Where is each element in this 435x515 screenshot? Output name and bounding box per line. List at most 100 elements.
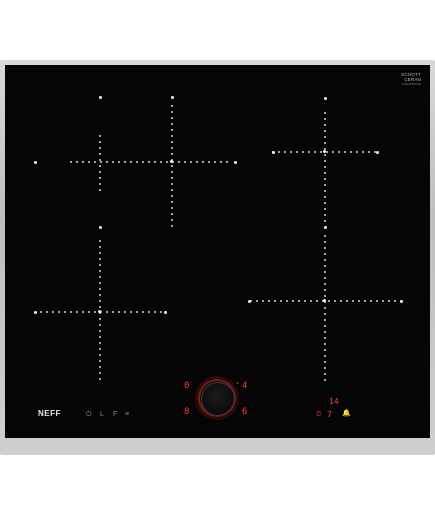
zone-marker-dot	[324, 208, 326, 210]
zone-marker-dot	[226, 161, 228, 163]
zone-marker-dot	[70, 161, 72, 163]
zone-marker-dot	[142, 311, 144, 313]
zone-marker-dot	[324, 136, 326, 138]
zone-marker-dot	[324, 160, 326, 162]
zone-marker-dot	[171, 129, 173, 131]
zone-marker-dot	[99, 360, 101, 362]
neff-logo: NEFF	[38, 409, 61, 418]
zone-marker-dot	[324, 172, 326, 174]
zone-marker-dot	[280, 300, 282, 302]
zone-marker-dot	[99, 147, 101, 149]
zone-marker-dot	[164, 311, 167, 314]
zone-marker-dot	[99, 141, 101, 143]
zone-marker-dot	[324, 367, 326, 369]
zone-marker-dot	[324, 337, 326, 339]
zone-marker-dot	[124, 311, 126, 313]
zone-marker-dot	[94, 311, 96, 313]
zone-marker-dot	[99, 354, 101, 356]
zone-marker-dot	[190, 161, 192, 163]
zone-marker-dot	[256, 300, 258, 302]
zone-right-top-level: 4	[242, 381, 248, 391]
zone-marker-dot	[99, 165, 101, 167]
menu-icon[interactable]: ≡	[125, 411, 129, 418]
zone-marker-dot	[99, 336, 101, 338]
zone-marker-dot	[99, 226, 102, 229]
zone-marker-dot	[304, 300, 306, 302]
zone-marker-dot	[171, 207, 173, 209]
zone-marker-dot	[171, 225, 173, 227]
zone-marker-dot	[34, 311, 37, 314]
zone-marker-dot	[324, 331, 326, 333]
zone-marker-dot	[40, 311, 42, 313]
zone-left-bottom-level: 8	[184, 407, 190, 417]
zone-marker-dot	[324, 259, 326, 261]
zone-marker-dot	[302, 151, 304, 153]
zone-marker-dot	[112, 161, 114, 163]
zone-marker-dot	[99, 240, 101, 242]
zone-marker-dot	[324, 289, 326, 291]
zone-marker-dot	[340, 300, 342, 302]
zone-marker-dot	[46, 311, 48, 313]
zone-marker-dot	[316, 300, 318, 302]
zone-marker-dot	[308, 151, 310, 153]
zone-marker-dot	[166, 161, 168, 163]
zone-marker-dot	[99, 276, 101, 278]
zone-marker-dot	[171, 219, 173, 221]
zone-marker-dot	[52, 311, 54, 313]
zone-marker-dot	[324, 325, 326, 327]
zone-marker-dot	[324, 184, 326, 186]
zone-marker-dot	[99, 159, 101, 161]
zone-marker-dot	[324, 247, 326, 249]
zone-marker-dot	[171, 153, 173, 155]
zone-marker-dot	[171, 195, 173, 197]
zone-marker-dot	[272, 151, 275, 154]
zone-marker-dot	[328, 300, 330, 302]
timer-display: 14	[329, 397, 339, 406]
zone-marker-dot	[326, 151, 328, 153]
zone-marker-dot	[324, 220, 326, 222]
zone-marker-dot	[310, 300, 312, 302]
zone-marker-dot	[320, 151, 322, 153]
zone-marker-dot	[99, 258, 101, 260]
timer-icon[interactable]: ⏲	[316, 410, 321, 419]
zone-marker-dot	[99, 246, 101, 248]
zone-marker-dot	[64, 311, 66, 313]
zone-marker-dot	[88, 161, 90, 163]
zone-marker-dot	[324, 178, 326, 180]
zone-marker-dot	[324, 241, 326, 243]
zone-marker-dot	[148, 311, 150, 313]
zone-marker-dot	[323, 150, 326, 153]
zone-marker-dot	[99, 171, 101, 173]
zone-marker-dot	[136, 311, 138, 313]
zone-marker-dot	[324, 265, 326, 267]
zone-marker-dot	[362, 151, 364, 153]
zone-marker-dot	[324, 295, 326, 297]
zone-marker-dot	[358, 300, 360, 302]
zone-marker-dot	[214, 161, 216, 163]
zone-marker-dot	[99, 378, 101, 380]
fry-sensor-icon[interactable]: F	[113, 411, 117, 418]
control-knob-icon[interactable]	[198, 379, 236, 417]
zone-marker-dot	[98, 310, 101, 313]
zone-marker-dot	[171, 201, 173, 203]
zone-marker-dot	[171, 96, 174, 99]
zone-marker-dot	[99, 252, 101, 254]
zone-marker-dot	[364, 300, 366, 302]
zone-marker-dot	[324, 226, 327, 229]
zone-marker-dot	[160, 161, 162, 163]
zone-marker-dot	[160, 311, 162, 313]
zone-marker-dot	[350, 151, 352, 153]
bell-icon[interactable]: 🔔	[342, 410, 351, 417]
power-icon[interactable]: ⏻	[86, 411, 92, 418]
lock-icon[interactable]: L	[100, 411, 104, 418]
zone-marker-dot	[376, 151, 379, 154]
zone-marker-dot	[99, 183, 101, 185]
zone-marker-dot	[324, 196, 326, 198]
zone-right-bottom-level: 6	[242, 407, 248, 417]
zone-marker-dot	[334, 300, 336, 302]
zone-marker-dot	[178, 161, 180, 163]
zone-marker-dot	[99, 324, 101, 326]
zone-marker-dot	[171, 183, 173, 185]
zone-marker-dot	[324, 214, 326, 216]
zone-marker-dot	[171, 147, 173, 149]
